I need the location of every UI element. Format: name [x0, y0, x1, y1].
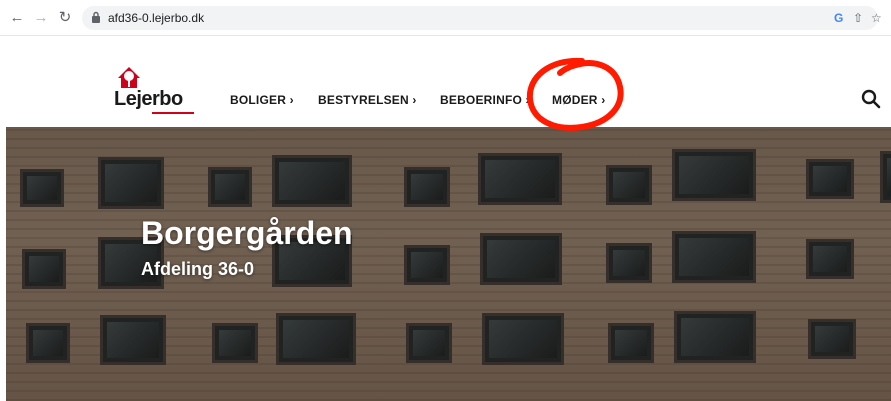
hero-title: Borgergården: [141, 215, 353, 251]
back-icon[interactable]: ←: [8, 9, 26, 27]
address-bar[interactable]: afd36-0.lejerbo.dk G ⇧ ☆: [82, 6, 882, 30]
star-icon[interactable]: ☆: [871, 10, 882, 26]
nav-boliger[interactable]: BOLIGER ›: [230, 93, 294, 107]
hero-overlay: [6, 127, 891, 401]
lejerbo-logo[interactable]: Lejerbo: [114, 64, 194, 114]
browser-toolbar: ← → ↻ afd36-0.lejerbo.dk G ⇧ ☆: [0, 0, 891, 36]
search-icon[interactable]: [861, 89, 881, 109]
reload-icon[interactable]: ↻: [56, 9, 74, 27]
google-icon[interactable]: G: [834, 10, 843, 26]
url-text: afd36-0.lejerbo.dk: [108, 11, 205, 25]
annotation-circle: [526, 57, 624, 131]
logo-underline: [152, 112, 194, 114]
lock-icon: [92, 11, 100, 23]
house-tree-icon: [118, 67, 140, 88]
site-header: Lejerbo BOLIGER › BESTYRELSEN › BEBOERIN…: [0, 37, 891, 127]
forward-icon[interactable]: →: [32, 9, 50, 27]
nav-bestyrelsen[interactable]: BESTYRELSEN ›: [318, 93, 417, 107]
share-icon[interactable]: ⇧: [853, 10, 863, 26]
hero-subtitle: Afdeling 36-0: [141, 259, 255, 279]
logo-text: Lejerbo: [114, 88, 183, 110]
nav-beboerinfo[interactable]: BEBOERINFO ›: [440, 93, 530, 107]
hero-banner: Borgergården Afdeling 36-0: [6, 127, 891, 401]
